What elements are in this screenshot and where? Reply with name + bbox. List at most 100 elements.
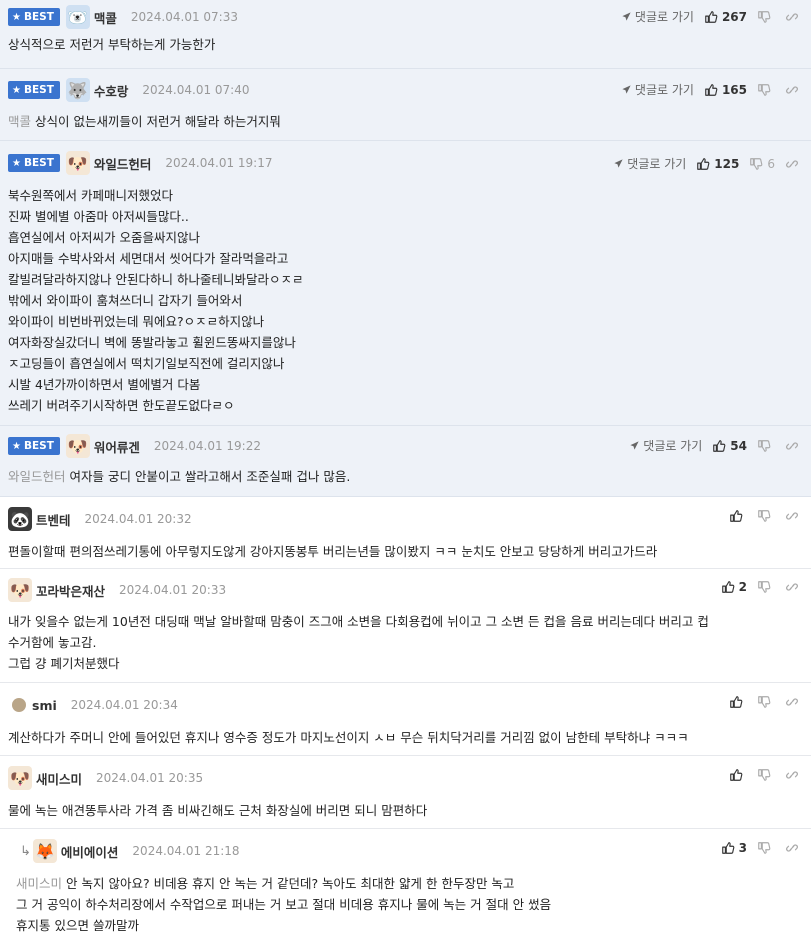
like-button[interactable]: 54: [712, 439, 747, 453]
link-button[interactable]: [785, 841, 799, 855]
link-icon: [785, 580, 799, 594]
reply-link-label: 댓글로 가기: [627, 157, 687, 171]
avatar[interactable]: 🐼: [8, 507, 32, 531]
comment-date: 2024.04.01 21:18: [132, 844, 240, 858]
dislike-button[interactable]: [757, 509, 775, 523]
like-button[interactable]: 165: [704, 83, 747, 97]
comment-body: 물에 녹는 애견똥투사라 가격 좀 비싸긴해도 근처 화장실에 버리면 되니 맘…: [8, 800, 803, 829]
like-button[interactable]: 267: [704, 10, 747, 24]
comment-line: 북수원쪽에서 카페매니저했었다: [8, 188, 173, 203]
star-icon: ★: [12, 11, 21, 23]
thumb-up-icon: [712, 439, 726, 453]
dislike-button[interactable]: [757, 841, 775, 855]
link-button[interactable]: [785, 439, 799, 453]
dislike-button[interactable]: [757, 768, 775, 782]
dislike-button[interactable]: [757, 83, 775, 97]
comment-line: 상식적으로 저런거 부탁하는게 가능한가: [8, 37, 216, 52]
reply-arrow-icon: ↳: [20, 843, 31, 859]
mention[interactable]: 와일드헌터: [8, 469, 66, 484]
comment-line: 물에 녹는 애견똥투사라 가격 좀 비싸긴해도 근처 화장실에 버리면 되니 맘…: [8, 803, 428, 818]
link-button[interactable]: [785, 695, 799, 709]
comment-line: 칼빌려달라하지않나 안된다하니 하나줄테니봐달라ㅇㅈㄹ: [8, 272, 304, 287]
like-button[interactable]: 3: [721, 841, 747, 855]
like-button[interactable]: 2: [721, 580, 747, 594]
avatar[interactable]: 🐻‍❄️: [65, 5, 90, 29]
like-count: 54: [730, 438, 747, 453]
dislike-button[interactable]: [757, 695, 775, 709]
comment-line: 시발 4년가까이하면서 별에별거 다봄: [8, 377, 201, 392]
comment-actions: [729, 768, 799, 782]
comment-date: 2024.04.01 20:35: [96, 771, 204, 785]
comment-line: 진짜 별에별 아줌마 아저씨들많다..: [8, 209, 189, 224]
best-label: BEST: [23, 11, 54, 23]
nickname[interactable]: 와일드헌터: [94, 154, 152, 173]
star-icon: ★: [12, 157, 21, 169]
thumb-down-icon: [757, 841, 771, 855]
comment-date: 2024.04.01 20:34: [70, 698, 178, 712]
reply-link[interactable]: 댓글로 가기: [629, 437, 702, 454]
comment-line: 안 녹지 않아요? 비데용 휴지 안 녹는 거 같던데? 녹아도 최대한 얇게 …: [66, 876, 515, 891]
comment-line: 흡연실에서 아저씨가 오줌을싸지않나: [8, 230, 200, 245]
link-icon: [785, 83, 799, 97]
nickname[interactable]: 수호랑: [94, 81, 129, 100]
link-icon: [785, 695, 799, 709]
link-button[interactable]: [785, 580, 799, 594]
comment-body: 맥콜 상식이 없는새끼들이 저런거 해달라 하는거지뭐: [8, 111, 803, 140]
avatar[interactable]: [12, 698, 26, 712]
best-badge: ★ BEST: [8, 154, 60, 172]
avatar[interactable]: 🐺: [65, 78, 90, 102]
comment-date: 2024.04.01 19:22: [153, 439, 261, 453]
link-button[interactable]: [785, 10, 799, 24]
nickname[interactable]: 트벤테: [36, 510, 71, 529]
comment-date: 2024.04.01 07:33: [130, 10, 238, 24]
reply-link[interactable]: 댓글로 가기: [621, 8, 694, 25]
like-button[interactable]: [729, 768, 747, 782]
avatar[interactable]: 🐶: [65, 151, 90, 175]
comment-actions: 댓글로 가기 54: [629, 437, 799, 454]
thumb-up-icon: [704, 10, 718, 24]
dislike-button[interactable]: [757, 439, 775, 453]
thumb-up-icon: [704, 83, 718, 97]
thumb-down-icon: [757, 509, 771, 523]
best-badge: ★ BEST: [8, 437, 60, 455]
nickname[interactable]: 워어류겐: [94, 437, 140, 456]
comment-actions: 댓글로 가기 125 6: [613, 155, 799, 172]
dislike-button[interactable]: [757, 580, 775, 594]
comment-body: 북수원쪽에서 카페매니저했었다 진짜 별에별 아줌마 아저씨들많다.. 흡연실에…: [8, 185, 803, 424]
reply-link[interactable]: 댓글로 가기: [613, 155, 686, 172]
avatar[interactable]: 🐶: [8, 578, 32, 602]
comment-header: smi 2024.04.01 20:34: [8, 683, 803, 727]
avatar[interactable]: 🦊: [32, 839, 57, 863]
thumb-down-icon: [757, 83, 771, 97]
like-button[interactable]: [729, 695, 747, 709]
link-button[interactable]: [785, 768, 799, 782]
avatar[interactable]: 🐶: [8, 766, 32, 790]
thumb-down-icon: [757, 695, 771, 709]
mention[interactable]: 새미스미: [16, 876, 62, 891]
best-badge: ★ BEST: [8, 81, 60, 99]
nickname[interactable]: 맥콜: [94, 8, 117, 27]
dislike-button[interactable]: 6: [749, 157, 775, 171]
mention[interactable]: 맥콜: [8, 114, 31, 129]
reply-link[interactable]: 댓글로 가기: [621, 81, 694, 98]
thumb-down-icon: [757, 768, 771, 782]
nickname[interactable]: smi: [32, 698, 57, 713]
comment-item: ★ BEST 🐶 와일드헌터 2024.04.01 19:17 댓글로 가기 12…: [0, 141, 811, 426]
thumb-down-icon: [757, 10, 771, 24]
comment-item: ★ BEST 🐶 워어류겐 2024.04.01 19:22 댓글로 가기 54 …: [0, 426, 811, 497]
comment-line: 휴지통 있으면 쓸까말까: [16, 918, 139, 933]
nickname[interactable]: 꼬라박은재산: [36, 581, 105, 600]
nickname[interactable]: 새미스미: [36, 769, 82, 788]
comment-header: ↳ 🦊 에비에이션 2024.04.01 21:18: [16, 829, 803, 873]
comment-item: 🐶 새미스미 2024.04.01 20:35 물에 녹는 애견똥투사라 가격 …: [0, 756, 811, 829]
like-button[interactable]: 125: [696, 157, 739, 171]
like-button[interactable]: [729, 509, 747, 523]
nickname[interactable]: 에비에이션: [61, 842, 119, 861]
dislike-button[interactable]: [757, 10, 775, 24]
link-button[interactable]: [785, 509, 799, 523]
comment-item: 🐼 트벤테 2024.04.01 20:32 편돌이할때 편의점쓰레기통에 아무…: [0, 497, 811, 569]
link-button[interactable]: [785, 157, 799, 171]
link-button[interactable]: [785, 83, 799, 97]
avatar[interactable]: 🐶: [65, 434, 90, 458]
thumb-up-icon: [729, 695, 743, 709]
